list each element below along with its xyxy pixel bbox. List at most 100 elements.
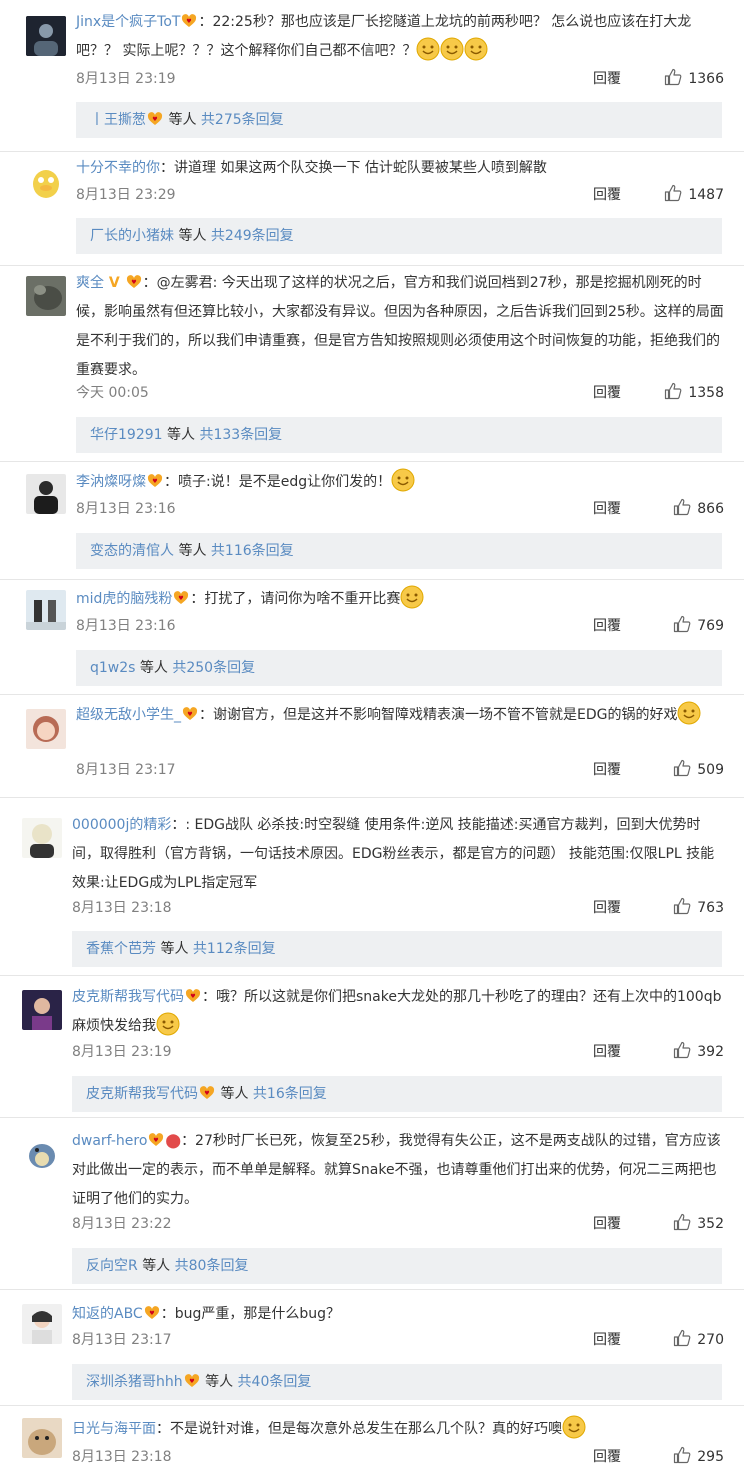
thumbs-up-icon [673, 1446, 691, 1464]
username-link[interactable]: 李汭燦呀燦 [76, 474, 146, 490]
reply-summary[interactable]: 华仔19291 等人 共133条回复 [76, 417, 722, 453]
reply-button[interactable]: 回覆 [593, 496, 621, 522]
avatar[interactable] [26, 16, 66, 56]
comment-body: ：喷子:说！是不是edg让你们发的！ [164, 474, 392, 490]
reply-summary[interactable]: 丨王撕葱 等人 共275条回复 [76, 102, 722, 138]
username-link[interactable]: 000000j的精彩 [72, 817, 171, 833]
reply-user-link[interactable]: 变态的清倌人 [90, 543, 174, 559]
reply-summary[interactable]: q1w2s 等人 共250条回复 [76, 650, 722, 686]
username-link[interactable]: dwarf-hero [72, 1133, 147, 1149]
reply-button[interactable]: 回覆 [593, 757, 621, 783]
avatar[interactable] [26, 474, 66, 514]
verified-v-icon: V [104, 275, 125, 291]
reply-count-link[interactable]: 共40条回复 [238, 1374, 312, 1390]
avatar[interactable] [26, 276, 66, 316]
like-button[interactable]: 270 [673, 1327, 724, 1353]
thinking-emoji-icon [156, 1012, 180, 1036]
avatar[interactable] [22, 1132, 62, 1172]
avatar[interactable] [26, 590, 66, 630]
avatar[interactable] [22, 818, 62, 858]
reply-summary[interactable]: 深圳杀猪哥hhh 等人 共40条回复 [72, 1364, 722, 1400]
comment-meta: 8月13日 23:18 回覆 763 [72, 895, 724, 921]
reply-count-link[interactable]: 共116条回复 [211, 543, 294, 559]
reply-button[interactable]: 回覆 [593, 182, 621, 208]
like-button[interactable]: 352 [673, 1211, 724, 1237]
timestamp: 8月13日 23:16 [76, 501, 176, 517]
comment-text: 皮克斯帮我写代码 ：哦？所以这就是你们把snake大龙处的那几十秒吃了的理由？还有… [72, 983, 724, 1041]
like-count: 1366 [688, 71, 724, 87]
comment-text: 超级无敌小学生_ ：谢谢官方，但是这并不影响智障戏精表演一场不管不管就是EDG的锅… [76, 701, 724, 730]
comment-body: ：谢谢官方，但是这并不影响智障戏精表演一场不管不管就是EDG的锅的好戏 [199, 707, 678, 723]
comment-meta: 8月13日 23:19 回覆 1366 [76, 66, 724, 92]
username-link[interactable]: 皮克斯帮我写代码 [72, 989, 184, 1005]
reply-count-link[interactable]: 共80条回复 [175, 1258, 249, 1274]
thumbs-up-icon [673, 897, 691, 915]
comment-meta: 8月13日 23:19 回覆 392 [72, 1039, 724, 1065]
like-button[interactable]: 295 [673, 1444, 724, 1470]
reply-user-link[interactable]: 丨王撕葱 [90, 112, 146, 128]
like-count: 763 [697, 900, 724, 916]
reply-button[interactable]: 回覆 [593, 1211, 621, 1237]
reply-button[interactable]: 回覆 [593, 66, 621, 92]
username-link[interactable]: 日光与海平面 [72, 1421, 156, 1437]
reply-user-link[interactable]: 厂长的小猪妹 [90, 228, 174, 244]
reply-summary[interactable]: 香蕉个芭芳 等人 共112条回复 [72, 931, 722, 967]
reply-button[interactable]: 回覆 [593, 613, 621, 639]
reply-button[interactable]: 回覆 [593, 895, 621, 921]
reply-count-link[interactable]: 共275条回复 [201, 112, 284, 128]
reply-user-link[interactable]: 华仔19291 [90, 427, 163, 443]
like-button[interactable]: 866 [673, 496, 724, 522]
like-button[interactable]: 1366 [664, 66, 724, 92]
like-button[interactable]: 769 [673, 613, 724, 639]
avatar[interactable] [22, 990, 62, 1030]
reply-count-link[interactable]: 共16条回复 [253, 1086, 327, 1102]
comment-meta: 8月13日 23:29 回覆 1487 [76, 182, 724, 208]
like-button[interactable]: 1358 [664, 380, 724, 406]
like-count: 295 [697, 1449, 724, 1465]
like-count: 769 [697, 618, 724, 634]
thumbs-up-icon [673, 759, 691, 777]
like-button[interactable]: 763 [673, 895, 724, 921]
reply-summary[interactable]: 厂长的小猪妹 等人 共249条回复 [76, 218, 722, 254]
like-button[interactable]: 1487 [664, 182, 724, 208]
reply-button[interactable]: 回覆 [593, 1327, 621, 1353]
like-count: 1487 [688, 187, 724, 203]
username-link[interactable]: mid虎的脑残粉 [76, 591, 172, 607]
reply-button[interactable]: 回覆 [593, 1444, 621, 1470]
reply-user-link[interactable]: 皮克斯帮我写代码 [86, 1086, 198, 1102]
comment-text: 知返的ABC ：bug严重，那是什么bug？ [72, 1300, 724, 1329]
avatar[interactable] [22, 1304, 62, 1344]
reply-button[interactable]: 回覆 [593, 380, 621, 406]
avatar[interactable] [26, 162, 66, 202]
reply-count-link[interactable]: 共133条回复 [199, 427, 282, 443]
avatar[interactable] [26, 709, 66, 749]
comment-text: dwarf-hero ⬤：27秒时厂长已死，恢复至25秒，我觉得有失公正，这不是两… [72, 1127, 724, 1214]
avatar[interactable] [22, 1418, 62, 1458]
username-link[interactable]: 知返的ABC [72, 1306, 143, 1322]
reply-button[interactable]: 回覆 [593, 1039, 621, 1065]
reply-count-link[interactable]: 共250条回复 [172, 660, 255, 676]
reply-summary[interactable]: 皮克斯帮我写代码 等人 共16条回复 [72, 1076, 722, 1112]
username-link[interactable]: Jinx是个疯子ToT [76, 14, 180, 30]
username-link[interactable]: 超级无敌小学生_ [76, 707, 181, 723]
username-link[interactable]: 十分不幸的你 [76, 160, 160, 176]
like-button[interactable]: 392 [673, 1039, 724, 1065]
like-button[interactable]: 509 [673, 757, 724, 783]
reply-user-link[interactable]: q1w2s [90, 660, 135, 676]
blush-emoji-icon [677, 701, 701, 725]
reply-user-link[interactable]: 深圳杀猪哥hhh [86, 1374, 183, 1390]
reply-summary[interactable]: 变态的清倌人 等人 共116条回复 [76, 533, 722, 569]
doge-emoji-icon [391, 468, 415, 492]
reply-count-link[interactable]: 共249条回复 [211, 228, 294, 244]
reply-user-link[interactable]: 反向空R [86, 1258, 138, 1274]
vip-badge-icon [148, 1133, 164, 1147]
thumbs-up-icon [664, 184, 682, 202]
reply-user-link[interactable]: 香蕉个芭芳 [86, 941, 156, 957]
reply-count-link[interactable]: 共112条回复 [193, 941, 276, 957]
comment-text: 李汭燦呀燦 ：喷子:说！是不是edg让你们发的！ [76, 468, 724, 497]
comment-text: Jinx是个疯子ToT ：22:25秒？那也应该是厂长挖隧道上龙坑的前两秒吧？ 怎… [76, 8, 724, 66]
username-link[interactable]: 爽全 [76, 275, 104, 291]
reply-summary[interactable]: 反向空R 等人 共80条回复 [72, 1248, 722, 1284]
husky-emoji-icon [562, 1415, 586, 1439]
thumbs-up-icon [673, 615, 691, 633]
